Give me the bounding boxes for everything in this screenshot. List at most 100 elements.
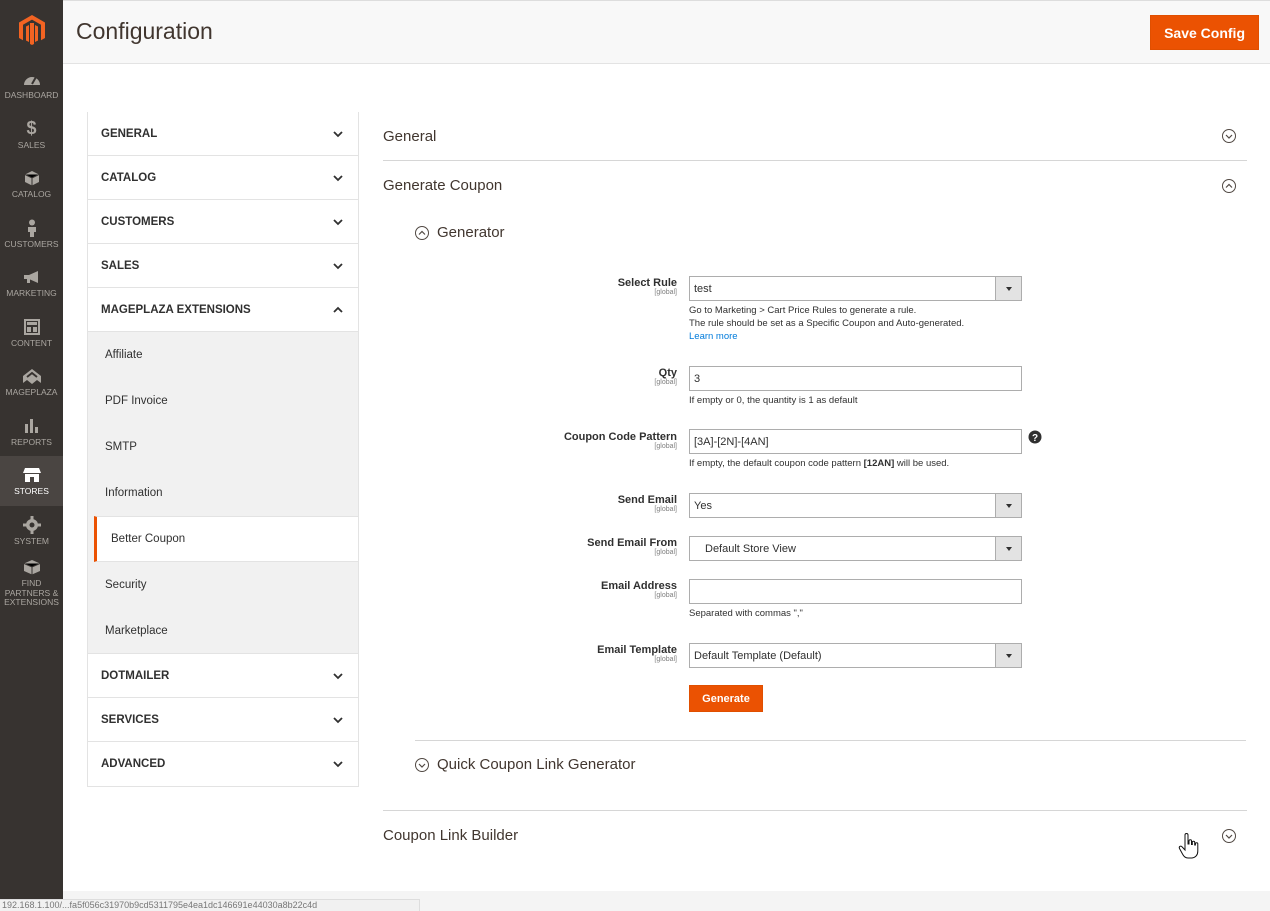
- menu-item-stores[interactable]: STORES: [0, 456, 63, 506]
- group-divider: [415, 740, 1246, 741]
- select-value: Yes: [694, 499, 712, 512]
- send-email-from-select[interactable]: Default Store View: [689, 536, 1022, 561]
- nav-item-smtp[interactable]: SMTP: [88, 424, 358, 470]
- expand-circle-icon: [415, 757, 429, 772]
- tab-label: CATALOG: [101, 171, 157, 184]
- email-address-note: Separated with commas ",": [689, 608, 803, 619]
- menu-label: SALES: [17, 139, 46, 150]
- note-line: The rule should be set as a Specific Cou…: [689, 318, 965, 329]
- store-icon: [22, 465, 42, 485]
- email-template-select[interactable]: Default Template (Default): [689, 643, 1022, 668]
- nav-item-marketplace[interactable]: Marketplace: [88, 608, 358, 654]
- chevron-down-icon: [333, 174, 343, 181]
- menu-item-sales[interactable]: $ SALES: [0, 110, 63, 160]
- select-value: Default Template (Default): [694, 649, 822, 662]
- tab-dotmailer[interactable]: DOTMAILER: [88, 654, 358, 698]
- menu-item-marketing[interactable]: MARKETING: [0, 258, 63, 308]
- chevron-down-icon: [333, 672, 343, 679]
- tab-label: GENERAL: [101, 127, 158, 140]
- section-generate-coupon[interactable]: Generate Coupon: [383, 161, 1247, 210]
- tab-sales[interactable]: SALES: [88, 244, 358, 288]
- nav-item-pdf-invoice[interactable]: PDF Invoice: [88, 378, 358, 424]
- group-generator[interactable]: Generator: [414, 224, 505, 241]
- group-title: Quick Coupon Link Generator: [437, 756, 636, 773]
- megaphone-icon: [22, 267, 42, 287]
- qty-note: If empty or 0, the quantity is 1 as defa…: [689, 395, 858, 406]
- config-main: General Generate Coupon Generator Select…: [383, 112, 1247, 844]
- email-template-label: Email Template [global]: [597, 644, 677, 663]
- nav-item-security[interactable]: Security: [88, 562, 358, 608]
- save-config-button[interactable]: Save Config: [1150, 15, 1259, 50]
- menu-item-dashboard[interactable]: DASHBOARD: [0, 60, 63, 110]
- scope-text: [global]: [654, 592, 677, 599]
- tab-label: DOTMAILER: [101, 669, 170, 682]
- menu-item-reports[interactable]: REPORTS: [0, 407, 63, 457]
- tab-advanced[interactable]: ADVANCED: [88, 742, 358, 786]
- scope-text: [global]: [654, 506, 677, 513]
- label-text: Send Email From: [587, 537, 677, 549]
- group-quick-coupon-link[interactable]: Quick Coupon Link Generator: [414, 756, 635, 773]
- menu-item-mageplaza[interactable]: MAGEPLAZA: [0, 357, 63, 407]
- section-general[interactable]: General: [383, 112, 1247, 161]
- menu-label: STORES: [14, 486, 49, 497]
- chevron-down-icon: [333, 262, 343, 269]
- nav-item-information[interactable]: Information: [88, 470, 358, 516]
- select-value: test: [694, 282, 712, 295]
- menu-item-system[interactable]: SYSTEM: [0, 506, 63, 556]
- nav-item-affiliate[interactable]: Affiliate: [88, 332, 358, 378]
- dollar-icon: $: [26, 117, 37, 138]
- menu-item-content[interactable]: CONTENT: [0, 308, 63, 358]
- gear-icon: [22, 515, 42, 535]
- select-value: Default Store View: [705, 542, 796, 555]
- section-coupon-link-builder[interactable]: Coupon Link Builder: [383, 811, 1247, 860]
- partners-icon: [22, 557, 42, 577]
- nav-item-better-coupon[interactable]: Better Coupon: [94, 516, 358, 562]
- magento-logo[interactable]: [0, 0, 63, 60]
- qty-input[interactable]: 3: [689, 366, 1022, 391]
- send-email-from-label: Send Email From [global]: [587, 537, 677, 556]
- tab-general[interactable]: GENERAL: [88, 112, 358, 156]
- tab-label: ADVANCED: [101, 758, 166, 770]
- tab-customers[interactable]: CUSTOMERS: [88, 200, 358, 244]
- email-address-input[interactable]: [689, 579, 1022, 604]
- label-text: Send Email: [617, 494, 677, 506]
- generate-button[interactable]: Generate: [689, 685, 763, 712]
- pattern-note: If empty, the default coupon code patter…: [689, 457, 949, 470]
- pattern-input[interactable]: [3A]-[2N]-[4AN]: [689, 429, 1022, 454]
- browser-status-bar: 192.168.1.100/...fa5f056c31970b9cd531179…: [0, 899, 420, 911]
- tab-services[interactable]: SERVICES: [88, 698, 358, 742]
- learn-more-link[interactable]: Learn more: [689, 331, 738, 342]
- page-header: Configuration Save Config: [63, 0, 1270, 64]
- email-address-label: Email Address [global]: [601, 580, 677, 599]
- chevron-down-icon: [333, 130, 343, 137]
- menu-label: SYSTEM: [14, 535, 49, 546]
- layout-icon: [22, 317, 42, 337]
- tab-catalog[interactable]: CATALOG: [88, 156, 358, 200]
- menu-label: CATALOG: [11, 189, 52, 200]
- collapse-circle-icon: [1222, 178, 1236, 193]
- menu-item-partners[interactable]: FIND PARTNERS & EXTENSIONS: [0, 555, 63, 610]
- menu-label: FIND PARTNERS & EXTENSIONS: [4, 578, 59, 608]
- admin-sidebar: DASHBOARD $ SALES CATALOG CUSTOMERS MARK…: [0, 0, 63, 911]
- label-text: Qty: [658, 367, 677, 379]
- config-tabs: GENERAL CATALOG CUSTOMERS SALES MAGEPLAZ…: [87, 112, 359, 787]
- help-icon[interactable]: ?: [1028, 430, 1042, 444]
- select-rule-select[interactable]: test: [689, 276, 1022, 301]
- tab-mageplaza-extensions[interactable]: MAGEPLAZA EXTENSIONS: [88, 288, 358, 332]
- label-text: Select Rule: [617, 277, 677, 289]
- tab-label: SALES: [101, 259, 140, 272]
- scope-text: [global]: [654, 656, 677, 663]
- expand-circle-icon: [1222, 828, 1236, 843]
- send-email-label: Send Email [global]: [618, 494, 677, 513]
- menu-item-customers[interactable]: CUSTOMERS: [0, 209, 63, 259]
- input-value: 3: [694, 372, 701, 385]
- box-icon: [22, 168, 42, 188]
- hand-cursor-icon: [1178, 833, 1199, 859]
- menu-item-catalog[interactable]: CATALOG: [0, 159, 63, 209]
- tab-label: CUSTOMERS: [101, 215, 175, 228]
- generate-coupon-body: Generator Select Rule [global] test Go to…: [383, 210, 1247, 762]
- tab-label: MAGEPLAZA EXTENSIONS: [101, 303, 251, 316]
- dropdown-arrow-icon: [995, 537, 1021, 560]
- section-title: General: [383, 127, 437, 145]
- send-email-select[interactable]: Yes: [689, 493, 1022, 518]
